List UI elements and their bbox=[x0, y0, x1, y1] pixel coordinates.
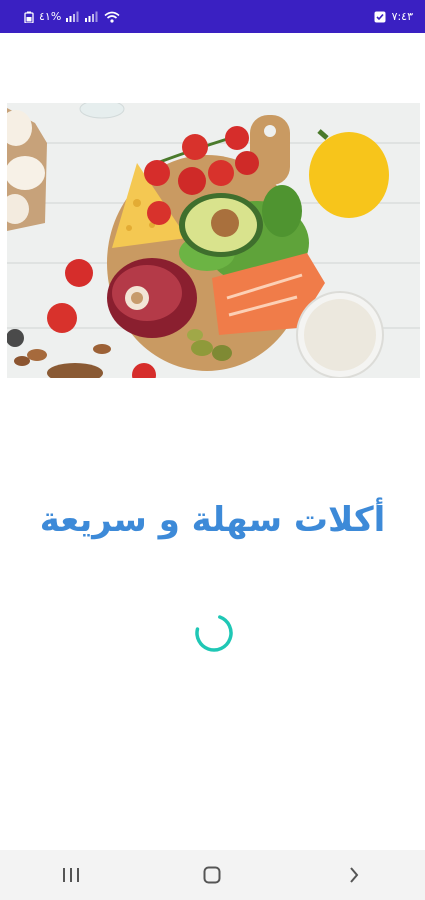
loading-spinner bbox=[193, 612, 235, 654]
home-icon bbox=[203, 866, 221, 884]
back-icon bbox=[348, 866, 360, 884]
status-left-group: ٤١% bbox=[24, 10, 120, 23]
signal-icon bbox=[66, 11, 80, 22]
wifi-icon bbox=[104, 11, 120, 23]
recent-apps-button[interactable] bbox=[41, 855, 101, 895]
status-time: ٧:٤٣ bbox=[391, 10, 413, 23]
status-bar: ٤١% ٧:٤٣ bbox=[0, 0, 425, 33]
back-button[interactable] bbox=[324, 855, 384, 895]
navigation-bar bbox=[0, 850, 425, 900]
battery-percentage: ٤١% bbox=[39, 10, 62, 23]
status-right-group: ٧:٤٣ bbox=[374, 10, 413, 23]
recent-apps-icon bbox=[62, 867, 80, 883]
home-button[interactable] bbox=[182, 855, 242, 895]
battery-icon bbox=[24, 11, 34, 23]
food-platter-image bbox=[7, 103, 420, 378]
app-title: أكلات سهلة و سريعة bbox=[39, 500, 386, 540]
checklist-icon bbox=[374, 11, 386, 23]
signal-icon bbox=[85, 11, 99, 22]
